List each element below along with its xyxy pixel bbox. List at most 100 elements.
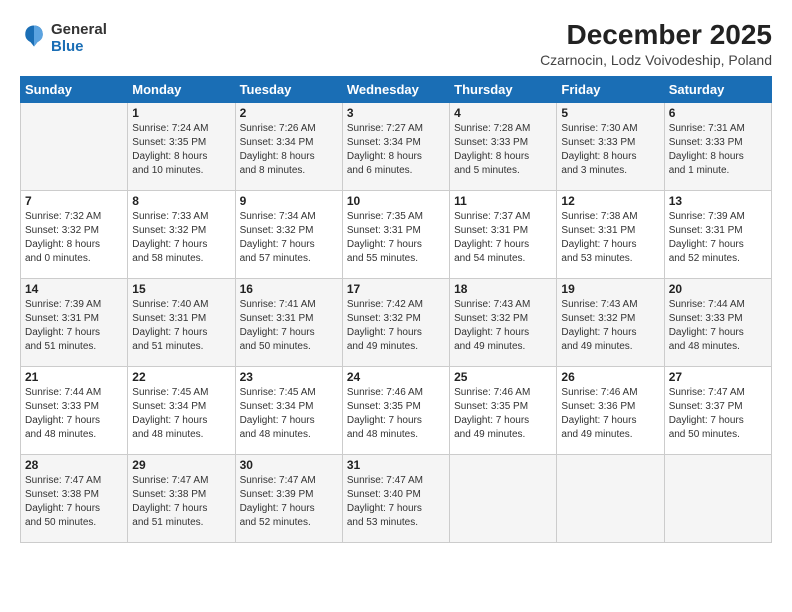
day-info: Sunrise: 7:31 AM Sunset: 3:33 PM Dayligh… (669, 122, 767, 178)
day-number: 3 (347, 106, 445, 120)
day-info: Sunrise: 7:47 AM Sunset: 3:37 PM Dayligh… (669, 386, 767, 442)
day-number: 21 (25, 370, 123, 384)
day-info: Sunrise: 7:47 AM Sunset: 3:38 PM Dayligh… (25, 474, 123, 530)
weekday-header-cell: Friday (557, 76, 664, 102)
day-number: 4 (454, 106, 552, 120)
calendar-week-row: 21 Sunrise: 7:44 AM Sunset: 3:33 PM Dayli… (21, 366, 772, 454)
day-info: Sunrise: 7:24 AM Sunset: 3:35 PM Dayligh… (132, 122, 230, 178)
calendar-day-cell: 25Sunrise: 7:46 AM Sunset: 3:35 PM Dayli… (450, 366, 557, 454)
day-number: 25 (454, 370, 552, 384)
day-number: 13 (669, 194, 767, 208)
weekday-header-cell: Wednesday (342, 76, 449, 102)
day-number: 31 (347, 458, 445, 472)
calendar-day-cell: 18 Sunrise: 7:43 AM Sunset: 3:32 PM Dayli… (450, 278, 557, 366)
calendar-day-cell: 4 Sunrise: 7:28 AM Sunset: 3:33 PM Daylig… (450, 102, 557, 190)
calendar-day-cell: 19Sunrise: 7:43 AM Sunset: 3:32 PM Dayli… (557, 278, 664, 366)
calendar-day-cell: 27Sunrise: 7:47 AM Sunset: 3:37 PM Dayli… (664, 366, 771, 454)
calendar-day-cell: 1 Sunrise: 7:24 AM Sunset: 3:35 PM Daylig… (128, 102, 235, 190)
day-info: Sunrise: 7:41 AM Sunset: 3:31 PM Dayligh… (240, 298, 338, 354)
calendar-day-cell (450, 454, 557, 542)
calendar-day-cell: 2 Sunrise: 7:26 AM Sunset: 3:34 PM Daylig… (235, 102, 342, 190)
day-info: Sunrise: 7:39 AM Sunset: 3:31 PM Dayligh… (25, 298, 123, 354)
calendar-day-cell: 30 Sunrise: 7:47 AM Sunset: 3:39 PM Dayli… (235, 454, 342, 542)
weekday-header-cell: Thursday (450, 76, 557, 102)
day-info: Sunrise: 7:27 AM Sunset: 3:34 PM Dayligh… (347, 122, 445, 178)
title-block: December 2025 Czarnocin, Lodz Voivodeshi… (540, 18, 772, 68)
calendar-day-cell: 5 Sunrise: 7:30 AM Sunset: 3:33 PM Daylig… (557, 102, 664, 190)
day-number: 8 (132, 194, 230, 208)
day-info: Sunrise: 7:34 AM Sunset: 3:32 PM Dayligh… (240, 210, 338, 266)
calendar-day-cell: 10 Sunrise: 7:35 AM Sunset: 3:31 PM Dayli… (342, 190, 449, 278)
day-number: 17 (347, 282, 445, 296)
logo-text: General Blue (51, 22, 107, 55)
day-info: Sunrise: 7:26 AM Sunset: 3:34 PM Dayligh… (240, 122, 338, 178)
calendar-day-cell: 13 Sunrise: 7:39 AM Sunset: 3:31 PM Dayli… (664, 190, 771, 278)
day-number: 22 (132, 370, 230, 384)
logo-icon (20, 22, 48, 50)
day-info: Sunrise: 7:40 AM Sunset: 3:31 PM Dayligh… (132, 298, 230, 354)
day-number: 23 (240, 370, 338, 384)
calendar-week-row: 1 Sunrise: 7:24 AM Sunset: 3:35 PM Daylig… (21, 102, 772, 190)
day-info: Sunrise: 7:38 AM Sunset: 3:31 PM Dayligh… (561, 210, 659, 266)
day-number: 5 (561, 106, 659, 120)
calendar-day-cell: 23 Sunrise: 7:45 AM Sunset: 3:34 PM Dayli… (235, 366, 342, 454)
weekday-header-cell: Saturday (664, 76, 771, 102)
calendar-day-cell: 3 Sunrise: 7:27 AM Sunset: 3:34 PM Daylig… (342, 102, 449, 190)
calendar-day-cell: 9Sunrise: 7:34 AM Sunset: 3:32 PM Daylig… (235, 190, 342, 278)
calendar-day-cell: 15 Sunrise: 7:40 AM Sunset: 3:31 PM Dayli… (128, 278, 235, 366)
header: General Blue December 2025 Czarnocin, Lo… (20, 18, 772, 68)
page: General Blue December 2025 Czarnocin, Lo… (0, 0, 792, 612)
calendar-day-cell: 31 Sunrise: 7:47 AM Sunset: 3:40 PM Dayli… (342, 454, 449, 542)
subtitle: Czarnocin, Lodz Voivodeship, Poland (540, 52, 772, 68)
day-info: Sunrise: 7:30 AM Sunset: 3:33 PM Dayligh… (561, 122, 659, 178)
day-info: Sunrise: 7:37 AM Sunset: 3:31 PM Dayligh… (454, 210, 552, 266)
logo: General Blue (20, 22, 107, 55)
weekday-header-cell: Sunday (21, 76, 128, 102)
main-title: December 2025 (540, 18, 772, 52)
day-number: 11 (454, 194, 552, 208)
calendar-day-cell: 28 Sunrise: 7:47 AM Sunset: 3:38 PM Dayli… (21, 454, 128, 542)
calendar-header: SundayMondayTuesdayWednesdayThursdayFrid… (21, 76, 772, 102)
day-number: 12 (561, 194, 659, 208)
day-info: Sunrise: 7:44 AM Sunset: 3:33 PM Dayligh… (25, 386, 123, 442)
day-info: Sunrise: 7:45 AM Sunset: 3:34 PM Dayligh… (240, 386, 338, 442)
day-info: Sunrise: 7:43 AM Sunset: 3:32 PM Dayligh… (561, 298, 659, 354)
calendar-day-cell: 20Sunrise: 7:44 AM Sunset: 3:33 PM Dayli… (664, 278, 771, 366)
day-info: Sunrise: 7:42 AM Sunset: 3:32 PM Dayligh… (347, 298, 445, 354)
weekday-header-cell: Tuesday (235, 76, 342, 102)
day-number: 28 (25, 458, 123, 472)
day-info: Sunrise: 7:45 AM Sunset: 3:34 PM Dayligh… (132, 386, 230, 442)
calendar-week-row: 28 Sunrise: 7:47 AM Sunset: 3:38 PM Dayli… (21, 454, 772, 542)
calendar-day-cell: 6 Sunrise: 7:31 AM Sunset: 3:33 PM Daylig… (664, 102, 771, 190)
calendar-day-cell (664, 454, 771, 542)
day-number: 24 (347, 370, 445, 384)
day-info: Sunrise: 7:47 AM Sunset: 3:39 PM Dayligh… (240, 474, 338, 530)
logo-general-text: General (51, 22, 107, 39)
calendar-week-row: 7Sunrise: 7:32 AM Sunset: 3:32 PM Daylig… (21, 190, 772, 278)
calendar-body: 1 Sunrise: 7:24 AM Sunset: 3:35 PM Daylig… (21, 102, 772, 542)
day-number: 30 (240, 458, 338, 472)
day-info: Sunrise: 7:43 AM Sunset: 3:32 PM Dayligh… (454, 298, 552, 354)
calendar-day-cell: 17 Sunrise: 7:42 AM Sunset: 3:32 PM Dayli… (342, 278, 449, 366)
calendar-day-cell: 29Sunrise: 7:47 AM Sunset: 3:38 PM Dayli… (128, 454, 235, 542)
day-number: 26 (561, 370, 659, 384)
day-info: Sunrise: 7:35 AM Sunset: 3:31 PM Dayligh… (347, 210, 445, 266)
calendar-day-cell: 11 Sunrise: 7:37 AM Sunset: 3:31 PM Dayli… (450, 190, 557, 278)
day-info: Sunrise: 7:46 AM Sunset: 3:35 PM Dayligh… (347, 386, 445, 442)
weekday-header-row: SundayMondayTuesdayWednesdayThursdayFrid… (21, 76, 772, 102)
day-number: 2 (240, 106, 338, 120)
day-info: Sunrise: 7:47 AM Sunset: 3:40 PM Dayligh… (347, 474, 445, 530)
calendar-day-cell (557, 454, 664, 542)
day-number: 15 (132, 282, 230, 296)
day-number: 6 (669, 106, 767, 120)
day-number: 10 (347, 194, 445, 208)
day-number: 18 (454, 282, 552, 296)
calendar-day-cell: 16Sunrise: 7:41 AM Sunset: 3:31 PM Dayli… (235, 278, 342, 366)
day-info: Sunrise: 7:28 AM Sunset: 3:33 PM Dayligh… (454, 122, 552, 178)
calendar-day-cell: 8Sunrise: 7:33 AM Sunset: 3:32 PM Daylig… (128, 190, 235, 278)
calendar-day-cell: 12 Sunrise: 7:38 AM Sunset: 3:31 PM Dayli… (557, 190, 664, 278)
day-info: Sunrise: 7:32 AM Sunset: 3:32 PM Dayligh… (25, 210, 123, 266)
day-info: Sunrise: 7:39 AM Sunset: 3:31 PM Dayligh… (669, 210, 767, 266)
calendar-day-cell: 21 Sunrise: 7:44 AM Sunset: 3:33 PM Dayli… (21, 366, 128, 454)
day-number: 1 (132, 106, 230, 120)
